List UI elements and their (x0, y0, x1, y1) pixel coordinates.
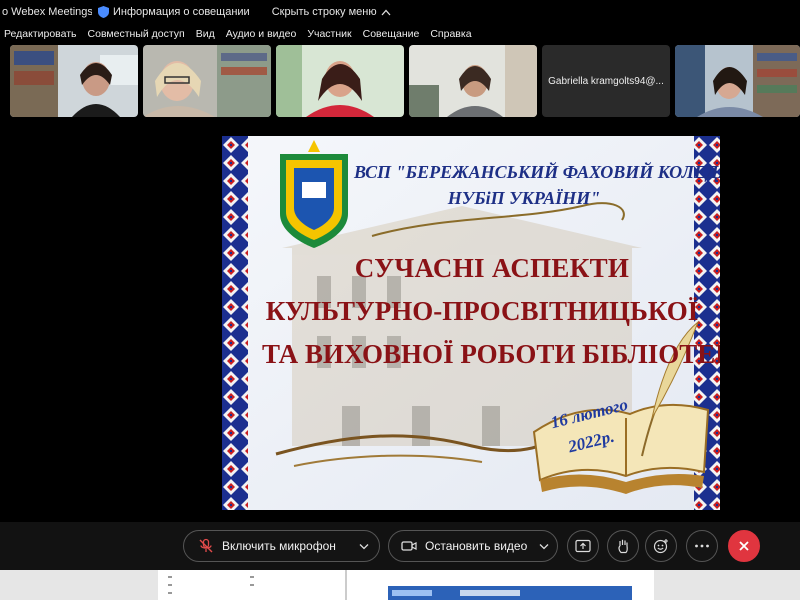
chevron-up-icon (381, 9, 391, 15)
hide-menu-bar-button[interactable]: Скрыть строку меню (272, 6, 391, 18)
unmute-button[interactable]: Включить микрофон (183, 530, 380, 562)
slide-title-line3: ТА ВИХОВНОЇ РОБОТИ БІБЛІОТЕКИ (262, 339, 720, 369)
meeting-controls: Включить микрофон Остановить видео (0, 522, 800, 570)
menu-item-meeting[interactable]: Совещание (363, 28, 420, 40)
microphone-muted-icon (199, 538, 213, 553)
more-options-button[interactable] (686, 530, 718, 562)
menu-item-share[interactable]: Совместный доступ (88, 28, 185, 40)
emoji-icon (653, 539, 668, 554)
shared-slide: ВСП "БЕРЕЖАНСЬКИЙ ФАХОВИЙ КОЛЕДЖ НУБіП У… (222, 136, 720, 510)
participant-video-tile[interactable] (675, 45, 800, 117)
stop-video-button[interactable]: Остановить видео (388, 530, 558, 562)
participant-video-tile[interactable] (10, 45, 138, 117)
hide-menu-bar-label: Скрыть строку меню (271, 6, 377, 18)
raise-hand-button[interactable] (607, 530, 639, 562)
shared-content-area: ВСП "БЕРЕЖАНСЬКИЙ ФАХОВИЙ КОЛЕДЖ НУБіП У… (0, 118, 800, 522)
participant-video-tile[interactable] (143, 45, 271, 117)
leave-meeting-button[interactable] (728, 530, 760, 562)
meeting-info-label: Информация о совещании (113, 6, 250, 18)
menu-item-help[interactable]: Справка (430, 28, 471, 40)
slide-title-line2: КУЛЬТУРНО-ПРОСВІТНИЦЬКОЇ (265, 296, 699, 326)
participants-strip: Gabriella kramgolts94@... (0, 44, 800, 118)
reactions-button[interactable] (645, 530, 677, 562)
background-document (0, 570, 800, 600)
college-emblem (280, 140, 348, 248)
meeting-info-button[interactable]: Информация о совещании (98, 6, 250, 18)
chevron-down-icon[interactable] (359, 543, 369, 550)
stop-video-label: Остановить видео (425, 539, 528, 553)
shield-icon (98, 6, 109, 18)
share-screen-icon (575, 539, 591, 553)
slide-title-line1: СУЧАСНІ АСПЕКТИ (354, 253, 630, 283)
title-bar: o Webex Meetings Информация о совещании … (0, 0, 800, 24)
video-camera-icon (401, 541, 417, 551)
menu-item-audio-video[interactable]: Аудио и видео (226, 28, 297, 40)
slide-org-line1: ВСП "БЕРЕЖАНСЬКИЙ ФАХОВИЙ КОЛЕДЖ (354, 162, 720, 182)
document-preview (0, 570, 800, 600)
chevron-down-icon[interactable] (539, 543, 549, 550)
menu-bar: Редактировать Совместный доступ Вид Ауди… (0, 24, 800, 44)
menu-item-edit[interactable]: Редактировать (4, 28, 77, 40)
more-icon (695, 544, 709, 548)
share-button[interactable] (567, 530, 599, 562)
menu-item-participant[interactable]: Участник (307, 28, 351, 40)
participant-name: Gabriella kramgolts94@... (548, 75, 664, 87)
hand-icon (618, 539, 628, 554)
participant-video-tile[interactable] (409, 45, 537, 117)
unmute-label: Включить микрофон (222, 539, 336, 553)
close-icon (739, 541, 749, 551)
slide-org-line2: НУБіП УКРАЇНИ" (447, 188, 601, 208)
menu-item-view[interactable]: Вид (196, 28, 215, 40)
participant-video-tile[interactable] (276, 45, 404, 117)
app-title: o Webex Meetings (2, 6, 92, 18)
participant-name-tile[interactable]: Gabriella kramgolts94@... (542, 45, 670, 117)
